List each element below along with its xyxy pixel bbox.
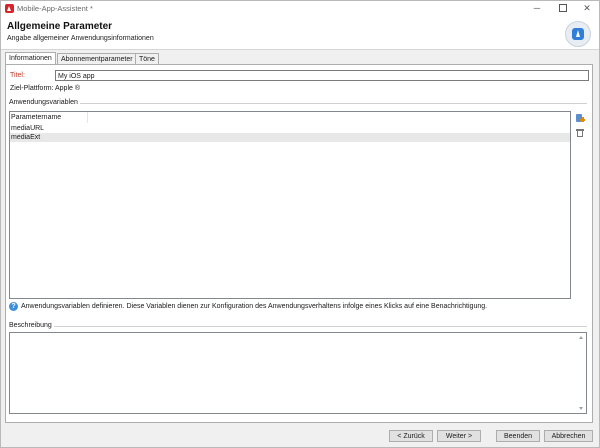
title-label: Titel:	[10, 72, 25, 79]
variables-group-label: Anwendungsvariablen	[9, 99, 80, 106]
column-header-empty	[86, 112, 570, 123]
maximize-button[interactable]	[550, 1, 576, 17]
variables-group-line	[72, 103, 587, 104]
add-variable-icon[interactable]	[575, 113, 585, 123]
page-subtitle: Angabe allgemeiner Anwendungsinformation…	[7, 35, 154, 42]
list-item-selected[interactable]: mediaExt	[10, 133, 570, 142]
window-title: Mobile-App-Assistent *	[17, 4, 93, 13]
mobile-app-icon	[565, 21, 591, 47]
cancel-button[interactable]: Abbrechen	[544, 430, 593, 442]
next-button[interactable]: Weiter >	[437, 430, 481, 442]
column-header-parametername[interactable]: Parametername	[10, 112, 88, 123]
maximize-icon	[559, 3, 567, 12]
minimize-button[interactable]: ─	[524, 1, 550, 17]
close-button[interactable]: ✕	[574, 1, 600, 17]
scroll-up-icon[interactable]	[579, 336, 583, 339]
platform-label: Ziel-Plattform:	[10, 85, 54, 92]
info-icon: ?	[9, 302, 18, 311]
platform-value: Apple ®	[55, 85, 81, 92]
title-bar: Mobile-App-Assistent * ─ ✕	[1, 1, 599, 17]
title-input[interactable]: My iOS app	[55, 70, 589, 81]
trash-icon[interactable]	[575, 128, 585, 138]
variables-info-text: Anwendungsvariablen definieren. Diese Va…	[21, 303, 488, 310]
description-textarea[interactable]	[9, 332, 587, 414]
adobe-campaign-icon	[5, 4, 14, 13]
description-group-label: Beschreibung	[9, 322, 54, 329]
description-scrollbar[interactable]	[577, 333, 586, 413]
page-title: Allgemeine Parameter	[7, 21, 113, 32]
finish-button[interactable]: Beenden	[496, 430, 540, 442]
wizard-header: Allgemeine Parameter Angabe allgemeiner …	[1, 17, 599, 50]
scroll-down-icon[interactable]	[579, 407, 583, 410]
list-item[interactable]: mediaURL	[10, 124, 570, 133]
variables-list[interactable]: Parametername mediaURL mediaExt	[9, 111, 571, 299]
back-button[interactable]: < Zurück	[389, 430, 433, 442]
description-group-line	[52, 326, 587, 327]
